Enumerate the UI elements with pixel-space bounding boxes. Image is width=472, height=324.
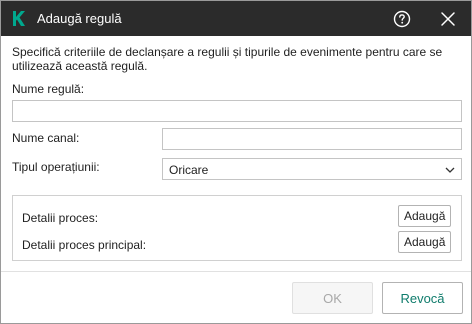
cancel-button[interactable]: Revocă: [382, 282, 463, 314]
footer-divider: [1, 271, 471, 272]
dialog-title: Adaugă regulă: [37, 11, 122, 26]
channel-name-label: Nume canal:: [12, 131, 80, 145]
operation-type-label: Tipul operațiunii:: [12, 160, 100, 174]
channel-name-input[interactable]: [162, 128, 462, 150]
process-details-group: Detalii proces: Adaugă Detalii proces pr…: [12, 195, 462, 261]
operation-type-value: Oricare: [169, 163, 209, 177]
help-circle-icon[interactable]: [393, 10, 411, 28]
add-parent-process-button[interactable]: Adaugă: [398, 231, 452, 253]
rule-name-label: Nume regulă:: [12, 82, 85, 96]
kaspersky-logo-icon: [13, 11, 25, 26]
parent-process-details-label: Detalii proces principal:: [22, 238, 147, 252]
process-details-label: Detalii proces:: [22, 211, 99, 225]
chevron-down-icon: [445, 167, 455, 173]
dialog-description: Specifică criteriile de declanșare a reg…: [12, 45, 443, 73]
rule-name-input[interactable]: [12, 100, 462, 122]
ok-button[interactable]: OK: [292, 282, 373, 314]
add-process-button[interactable]: Adaugă: [398, 205, 452, 227]
operation-type-select[interactable]: Oricare: [162, 158, 462, 180]
close-icon[interactable]: [440, 11, 456, 27]
title-bar: Adaugă regulă: [1, 1, 471, 36]
add-rule-dialog: Adaugă regulă Specifică criteriile de de…: [0, 0, 472, 324]
